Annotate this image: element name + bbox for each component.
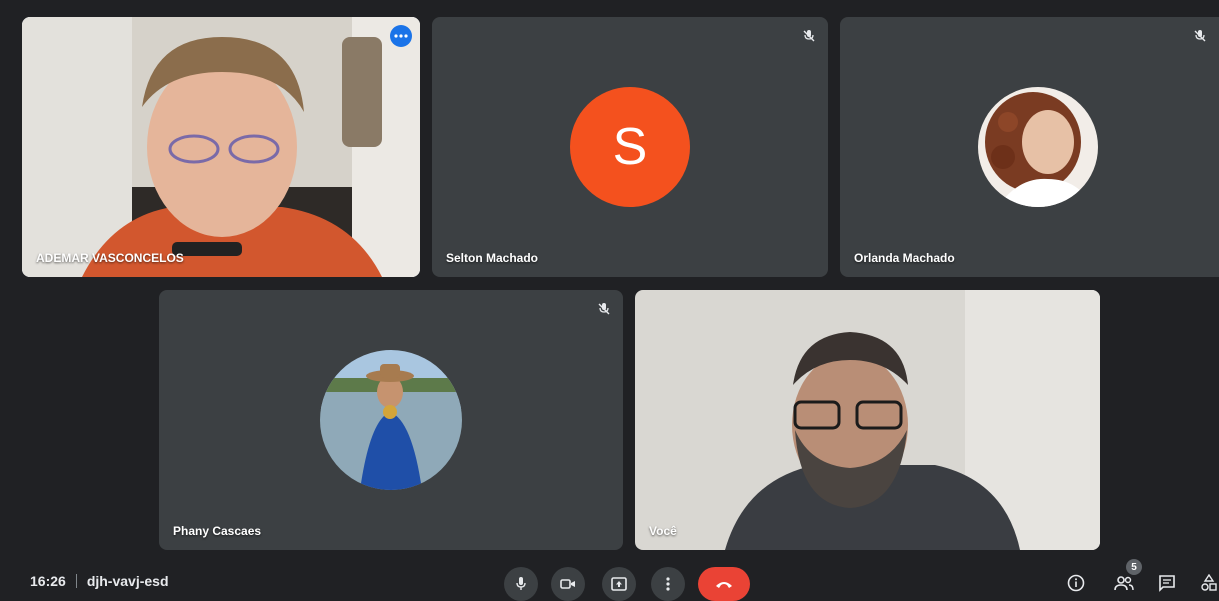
avatar — [320, 350, 462, 490]
mic-icon — [516, 577, 526, 590]
participant-name: Orlanda Machado — [854, 251, 955, 265]
meeting-details: 16:26 djh-vavj-esd — [30, 573, 169, 589]
camera-icon — [560, 579, 575, 589]
participant-video-ademar — [22, 17, 420, 277]
activities-button[interactable] — [1197, 571, 1219, 595]
participant-tile-self[interactable]: Você — [635, 290, 1100, 550]
chat-button[interactable] — [1155, 571, 1179, 595]
end-call-button[interactable] — [698, 567, 750, 601]
divider — [75, 574, 77, 588]
participant-tile-ademar[interactable]: ADEMAR VASCONCELOS — [22, 17, 420, 277]
camera-button[interactable] — [551, 567, 585, 601]
people-icon — [1114, 576, 1134, 591]
participant-tile-phany[interactable]: Phany Cascaes — [159, 290, 623, 550]
mic-off-icon — [595, 300, 613, 318]
info-icon — [1067, 574, 1085, 592]
mic-off-icon — [1191, 27, 1209, 45]
meeting-details-button[interactable] — [1064, 571, 1088, 595]
activities-icon — [1201, 574, 1217, 591]
end-call-icon — [716, 582, 732, 588]
participant-name: Selton Machado — [446, 251, 539, 265]
meeting-code: djh-vavj-esd — [86, 573, 169, 589]
more-horiz-icon — [394, 34, 408, 38]
mic-button[interactable] — [504, 567, 538, 601]
people-count-badge: 5 — [1126, 559, 1142, 575]
participant-name: Você — [649, 524, 677, 538]
mic-off-icon — [800, 27, 818, 45]
participant-tile-orlanda[interactable]: Orlanda Machado — [840, 17, 1219, 277]
present-button[interactable] — [602, 567, 636, 601]
avatar — [978, 87, 1098, 207]
more-options-button[interactable] — [651, 567, 685, 601]
chat-icon — [1159, 575, 1175, 592]
people-button[interactable]: 5 — [1112, 559, 1142, 595]
meeting-time: 16:26 — [30, 573, 66, 589]
participant-options-button[interactable] — [390, 25, 412, 47]
participant-video-self — [635, 290, 1100, 550]
meeting-control-bar: 16:26 djh-vavj-esd 5 — [0, 559, 1219, 601]
avatar: S — [570, 87, 690, 207]
participant-name: ADEMAR VASCONCELOS — [36, 251, 184, 265]
more-vert-icon — [666, 577, 670, 591]
participant-tile-selton[interactable]: S Selton Machado — [432, 17, 828, 277]
participant-name: Phany Cascaes — [173, 524, 262, 538]
present-screen-icon — [611, 577, 627, 591]
